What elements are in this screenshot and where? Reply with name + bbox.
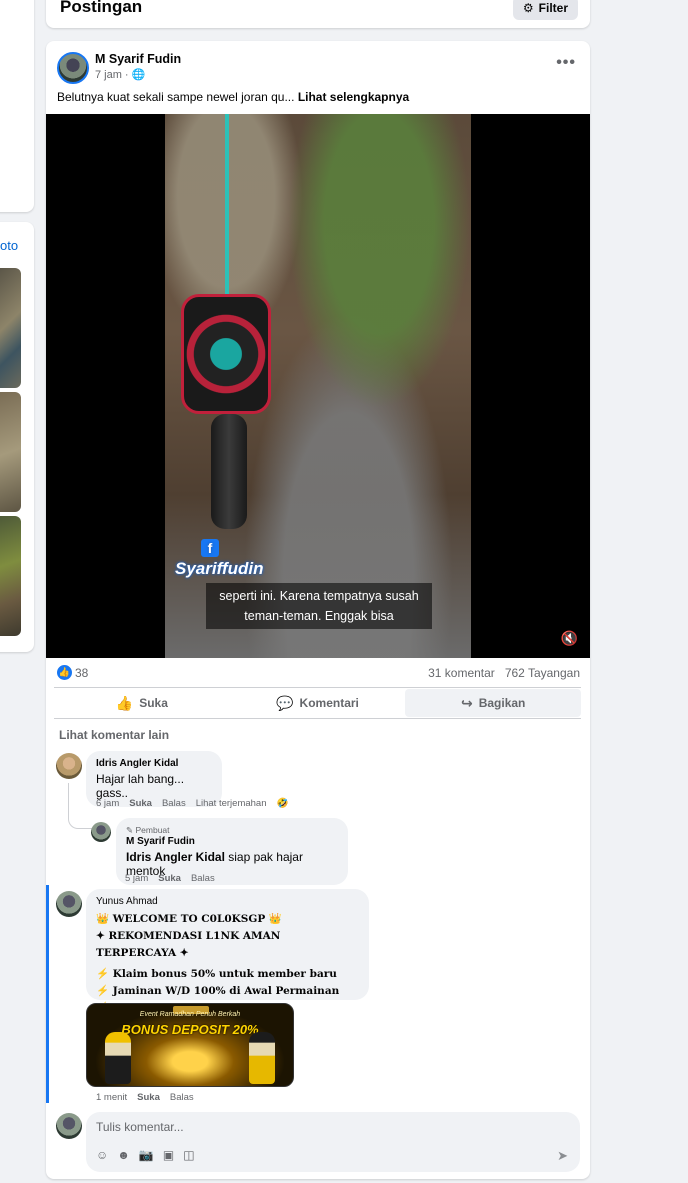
reply-reply-button[interactable]: Balas <box>191 873 215 884</box>
more-options-icon[interactable]: ••• <box>556 54 576 72</box>
comment-bubble: Yunus Ahmad 👑 WELCOME TO C0L0KSGP 👑 ✦ RE… <box>86 889 369 1014</box>
post-stats: 👍 38 31 komentar 762 Tayangan <box>46 658 590 688</box>
post-caption: Belutnya kuat sekali sampe newel joran q… <box>57 90 409 104</box>
comment-line: ✦ REKOMENDASI L1NK AMAN TERPERCAYA ✦ <box>96 930 281 959</box>
comment-time[interactable]: 1 menit <box>96 1092 127 1103</box>
commenter-name[interactable]: Yunus Ahmad <box>96 896 359 907</box>
comment-bubble-icon: 💬 <box>276 694 294 711</box>
sticker-icon[interactable]: ◫ <box>183 1148 194 1162</box>
like-reaction-icon[interactable]: 👍 <box>57 665 72 680</box>
video-subtitle: seperti ini. Karena tempatnya susah tema… <box>206 583 432 629</box>
reply-actions: 5 jam Suka Balas <box>125 873 215 884</box>
filter-button[interactable]: ⚙ Filter <box>512 0 578 20</box>
watermark-text: Syariffudin <box>175 559 264 578</box>
posts-header: Postingan ⚙ Filter <box>46 0 590 28</box>
comment-image[interactable]: Event Ramadhan Penuh Berkah BONUS DEPOSI… <box>86 1003 294 1087</box>
comment-line: ⚡ Jaminan W/D 100% di Awal Permainan <box>96 985 340 997</box>
photo-thumbnail[interactable] <box>0 392 21 512</box>
comment-placeholder: Tulis komentar... <box>96 1120 184 1134</box>
comment-label: Komentari <box>299 696 359 710</box>
reaction-count[interactable]: 38 <box>75 666 88 680</box>
comment-button[interactable]: 💬 Komentari <box>230 688 406 718</box>
left-sidebar-card <box>0 0 34 212</box>
avatar-sticker-icon[interactable]: ☺ <box>96 1148 108 1162</box>
comment-like-button[interactable]: Suka <box>129 798 152 809</box>
facebook-logo-icon: f <box>201 539 219 557</box>
gif-icon[interactable]: ▣ <box>163 1148 174 1162</box>
comment-like-button[interactable]: Suka <box>137 1092 160 1103</box>
share-arrow-icon: ↪ <box>460 694 473 711</box>
comment-line: 👑 WELCOME TO C0L0KSGP 👑 <box>96 913 282 925</box>
filter-label: Filter <box>538 1 568 15</box>
translate-link[interactable]: Lihat terjemahan <box>196 798 267 809</box>
comment-text: 👑 WELCOME TO C0L0KSGP 👑 ✦ REKOMENDASI L1… <box>96 911 359 1017</box>
reply-author-name[interactable]: M Syarif Fudin <box>126 836 338 847</box>
post-time[interactable]: 7 jam <box>95 69 122 81</box>
see-more-link[interactable]: Lihat selengkapnya <box>298 90 409 104</box>
author-name[interactable]: M Syarif Fudin <box>95 52 181 66</box>
rod-handle <box>211 414 247 529</box>
emoji-icon[interactable]: ☻ <box>117 1148 130 1162</box>
banner-figure <box>105 1032 131 1084</box>
reply-thread-line <box>68 783 92 829</box>
send-icon[interactable]: ➤ <box>557 1148 568 1164</box>
comment-reply-button[interactable]: Balas <box>162 798 186 809</box>
fishing-reel <box>181 294 271 414</box>
photos-card: oto <box>0 222 34 652</box>
view-more-comments-link[interactable]: Lihat komentar lain <box>59 728 169 742</box>
comment-actions: 6 jam Suka Balas Lihat terjemahan 🤣 <box>96 798 288 809</box>
comment-time[interactable]: 6 jam <box>96 798 119 809</box>
reaction-emoji-icon[interactable]: 🤣 <box>277 798 289 809</box>
comment-line: ⚡ Klaim bonus 50% untuk member baru <box>96 968 337 980</box>
like-label: Suka <box>139 696 168 710</box>
commenter-avatar[interactable] <box>56 891 82 917</box>
video-frame: f Syariffudin <box>165 114 471 658</box>
view-count: 762 Tayangan <box>504 666 580 680</box>
current-user-avatar[interactable] <box>56 1113 82 1139</box>
reply-time[interactable]: 5 jam <box>125 873 148 884</box>
mute-icon[interactable]: 🔇 <box>561 630 578 647</box>
caption-text: Belutnya kuat sekali sampe newel joran q… <box>57 90 295 104</box>
like-button[interactable]: 👍 Suka <box>54 688 230 718</box>
post-actions: 👍 Suka 💬 Komentari ↪ Bagikan <box>54 687 582 719</box>
author-badge-label: Pembuat <box>135 825 170 835</box>
filter-icon: ⚙ <box>522 1 534 15</box>
comment-tools: ☺ ☻ 📷 ▣ ◫ <box>96 1148 195 1162</box>
share-button[interactable]: ↪ Bagikan <box>405 689 582 717</box>
meta-separator: · <box>124 68 129 81</box>
photo-thumbnail[interactable] <box>0 268 21 388</box>
mention-link[interactable]: Idris Angler Kidal <box>126 850 225 864</box>
photo-thumbnail[interactable] <box>0 516 21 636</box>
globe-icon: 🌐 <box>131 69 146 81</box>
thumbs-up-icon: 👍 <box>115 694 134 711</box>
post-meta: 7 jam · 🌐 <box>95 68 146 82</box>
commenter-avatar[interactable] <box>56 753 82 779</box>
stats-right: 31 komentar 762 Tayangan <box>428 666 580 680</box>
author-avatar[interactable] <box>57 52 89 84</box>
comment-input[interactable]: Tulis komentar... ☺ ☻ 📷 ▣ ◫ ➤ <box>86 1112 580 1172</box>
comment-reply-button[interactable]: Balas <box>170 1092 194 1103</box>
comment-actions: 1 menit Suka Balas <box>96 1092 194 1103</box>
video-watermark: f Syariffudin <box>175 538 263 579</box>
video-player[interactable]: f Syariffudin seperti ini. Karena tempat… <box>46 114 590 658</box>
photos-link[interactable]: oto <box>0 238 18 253</box>
comment-count[interactable]: 31 komentar <box>428 666 495 680</box>
commenter-name[interactable]: Idris Angler Kidal <box>96 758 212 769</box>
share-label: Bagikan <box>478 696 526 710</box>
camera-icon[interactable]: 📷 <box>139 1148 154 1162</box>
post-card: M Syarif Fudin 7 jam · 🌐 ••• Belutnya ku… <box>46 41 590 1179</box>
reply-like-button[interactable]: Suka <box>158 873 181 884</box>
fishing-line <box>225 114 229 304</box>
banner-subtitle: Event Ramadhan Penuh Berkah <box>139 1011 241 1018</box>
comment-text: Hajar lah bang... gass.. <box>96 772 185 800</box>
author-badge: ✎ Pembuat <box>126 825 170 835</box>
highlight-bar <box>46 885 49 1103</box>
posts-title: Postingan <box>60 0 143 16</box>
reply-avatar[interactable] <box>91 822 111 842</box>
banner-figure <box>249 1032 275 1084</box>
